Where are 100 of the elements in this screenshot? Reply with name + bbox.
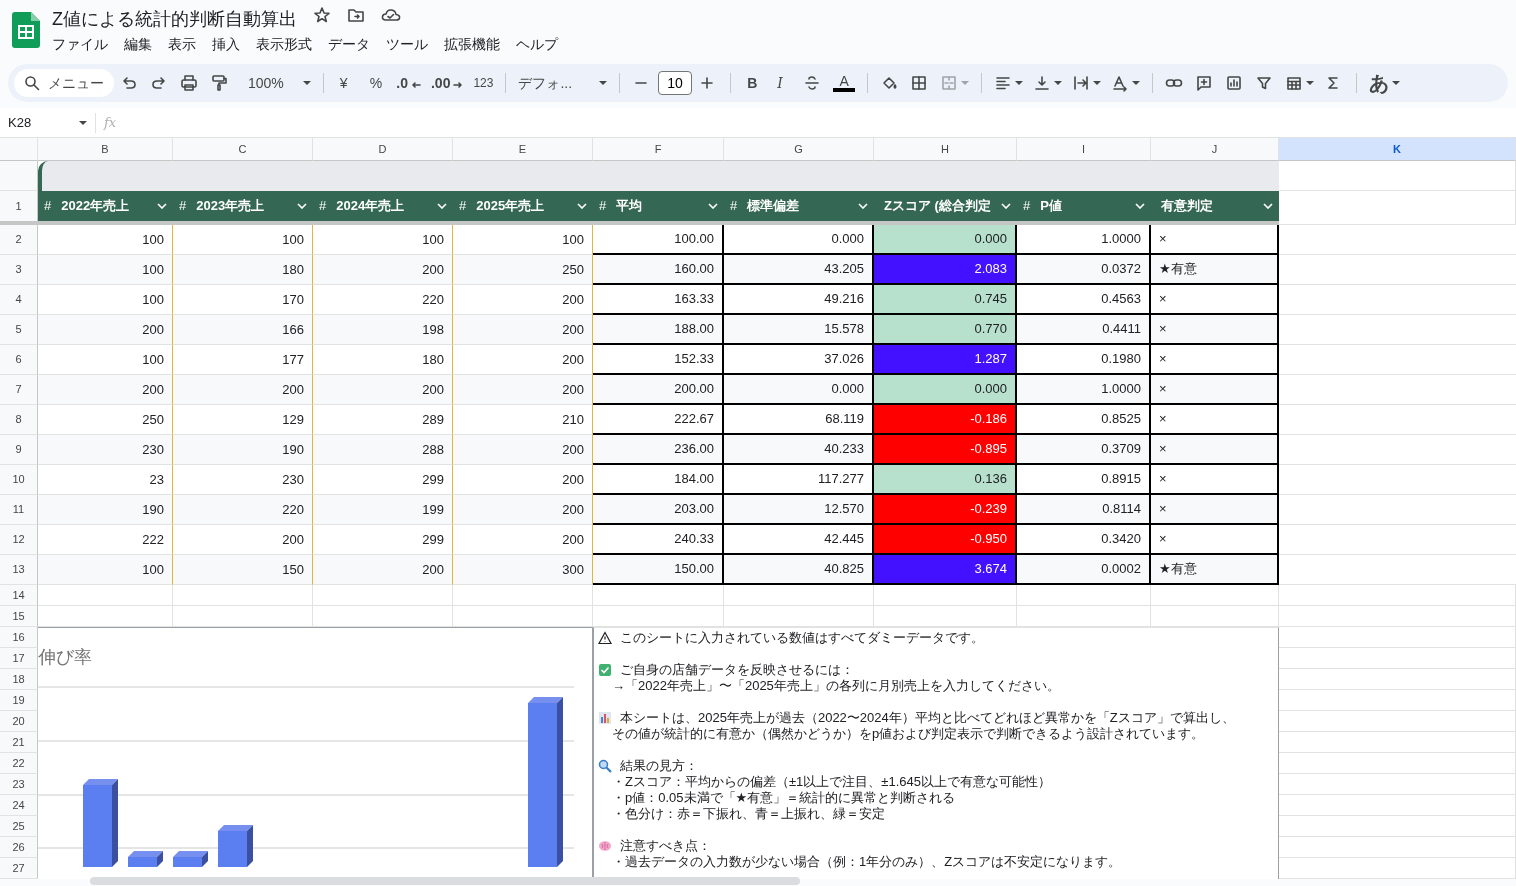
row-number: 23 (0, 774, 38, 795)
bar (218, 825, 253, 867)
number-type-label: # (599, 197, 607, 216)
table-cell: 0.0002 (1017, 555, 1151, 585)
checkbox-icon (598, 663, 612, 677)
name-box[interactable]: K28 (0, 112, 96, 133)
table-cell: × (1151, 435, 1279, 465)
table-cell: 40.233 (724, 435, 874, 465)
column-heading[interactable]: # 標準偏差 (724, 191, 874, 225)
table-cell: 200 (38, 315, 173, 345)
column-heading[interactable]: # 2023年売上 (173, 191, 313, 225)
currency-button[interactable]: ¥ (331, 69, 360, 97)
menu-item[interactable]: ツール (386, 34, 436, 55)
column-header[interactable]: H (874, 138, 1017, 161)
heading-label: 2025年売上 (476, 197, 546, 216)
bold-button[interactable]: B (739, 69, 768, 97)
table-cell: 180 (173, 255, 313, 285)
menu-item[interactable]: 編集 (124, 34, 160, 55)
zscore-cell: -0.895 (874, 435, 1017, 465)
row-number: 19 (0, 690, 38, 711)
menu-item[interactable]: データ (328, 34, 378, 55)
menu-item[interactable]: ファイル (52, 34, 116, 55)
table-cell: 200.00 (593, 375, 724, 405)
column-heading[interactable]: # 2022年売上 (38, 191, 173, 225)
column-heading[interactable]: 有意判定 (1151, 191, 1279, 225)
column-header[interactable]: E (453, 138, 593, 161)
note-heading: 本シートは、2025年売上が過去（2022〜2024年）平均と比べてどれほど異常かを「Zスコア」で算出し、 (620, 710, 1235, 726)
zscore-cell: 2.083 (874, 255, 1017, 285)
table-cell: 166 (173, 315, 313, 345)
row-number: 12 (0, 525, 38, 555)
table-cell: 220 (173, 495, 313, 525)
column-header[interactable]: D (313, 138, 453, 161)
column-heading[interactable]: # 2024年売上 (313, 191, 453, 225)
cloud-icon[interactable] (381, 6, 401, 24)
column-header[interactable]: I (1017, 138, 1151, 161)
bar-chart-icon (598, 711, 612, 725)
table-cell: 198 (313, 315, 453, 345)
note-heading: このシートに入力されている数値はすべてダミーデータです。 (620, 630, 984, 646)
zoom-dropdown[interactable]: 100% (244, 69, 315, 97)
caret-icon (1392, 81, 1401, 85)
column-header[interactable]: J (1151, 138, 1279, 161)
chevron-down-icon (577, 203, 587, 209)
document-title[interactable]: Z値による統計的判断自動算出 (52, 8, 297, 30)
column-heading[interactable]: # 2025年売上 (453, 191, 593, 225)
input-tools-dropdown[interactable]: あ (1365, 69, 1405, 97)
column-heading[interactable]: # 平均 (593, 191, 724, 225)
row-number: 26 (0, 837, 38, 858)
menu-item[interactable]: 表示形式 (256, 34, 320, 55)
table-cell: 200 (313, 375, 453, 405)
table-cell: 0.3709 (1017, 435, 1151, 465)
chevron-down-icon (437, 203, 447, 209)
increase-decimals-button[interactable]: .00 (426, 69, 468, 97)
italic-button[interactable]: I (769, 69, 798, 97)
column-header[interactable]: G (724, 138, 874, 161)
decrease-decimals-button[interactable]: .0 (392, 69, 425, 97)
row-number: 9 (0, 435, 38, 465)
star-icon[interactable] (313, 6, 331, 24)
row-number: 14 (0, 585, 38, 606)
formula-icon: fx (104, 112, 117, 133)
menu-item[interactable]: ヘルプ (516, 34, 566, 55)
column-header[interactable]: K (1279, 138, 1516, 161)
note-line: ・p値：0.05未満で「★有意」＝統計的に異常と判断される (611, 790, 956, 806)
heading-label: 2024年売上 (336, 197, 406, 216)
font-dropdown[interactable]: デフォ... (514, 69, 612, 97)
zscore-cell: 0.745 (874, 285, 1017, 315)
chevron-down-icon (858, 203, 868, 209)
brain-icon (598, 839, 612, 853)
column-header[interactable]: F (593, 138, 724, 161)
zscore-cell: 0.136 (874, 465, 1017, 495)
folder-icon[interactable] (347, 6, 365, 24)
column-heading[interactable]: # P値 (1017, 191, 1151, 225)
table-cell: × (1151, 315, 1279, 345)
menu-item[interactable]: 挿入 (212, 34, 248, 55)
number-format-button[interactable]: 123 (469, 69, 498, 97)
column-header[interactable]: B (38, 138, 173, 161)
table-cell: 12.570 (724, 495, 874, 525)
row-number: 22 (0, 753, 38, 774)
menu-item[interactable]: 表示 (168, 34, 204, 55)
heading-label: 2023年売上 (196, 197, 266, 216)
table-cell: 300 (453, 555, 593, 585)
row-number: 18 (0, 669, 38, 690)
text-color-button[interactable]: A (829, 69, 860, 97)
row-number: 11 (0, 495, 38, 525)
row-number: 3 (0, 255, 38, 285)
number-type-label: # (1023, 197, 1031, 216)
note-line: その値が統計的に有意か（偶然かどうか）をp値および判定表示で判断できるよう設計されています。 (611, 726, 1205, 742)
percent-button[interactable]: % (361, 69, 391, 97)
row-number: 7 (0, 375, 38, 405)
zscore-cell: 0.000 (874, 225, 1017, 255)
warning-icon (598, 631, 612, 645)
menu-item[interactable]: 拡張機能 (444, 34, 508, 55)
font-size-field[interactable]: 10 (658, 71, 693, 95)
search-field[interactable]: メニュー (14, 69, 114, 97)
column-header[interactable]: C (173, 138, 313, 161)
zscore-cell: -0.186 (874, 405, 1017, 435)
table-cell: 199 (313, 495, 453, 525)
heading-label: 標準偏差 (747, 197, 801, 216)
column-heading[interactable]: Zスコア (総合判定 (874, 191, 1017, 225)
table-cell: 200 (453, 495, 593, 525)
scrollbar-thumb[interactable] (90, 877, 800, 885)
